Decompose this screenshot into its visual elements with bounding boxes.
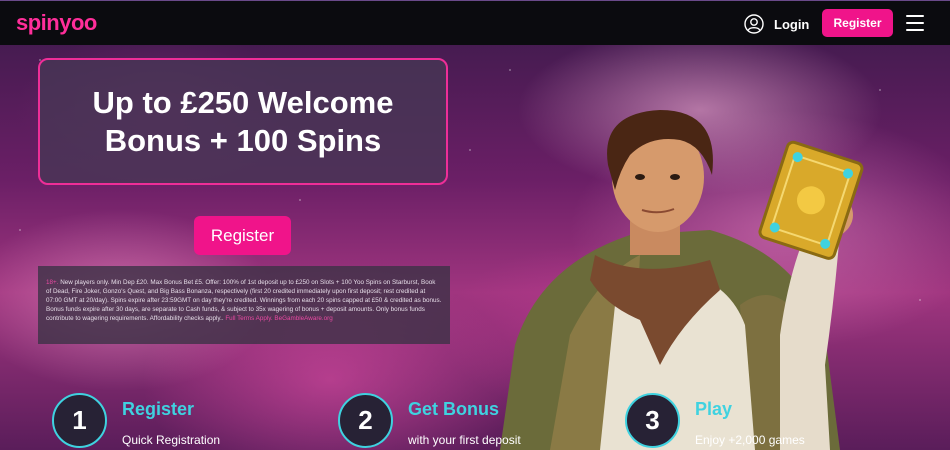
- step-subtitle: with your first deposit: [408, 433, 521, 447]
- step-subtitle: Quick Registration: [122, 433, 221, 447]
- terms-links[interactable]: Full Terms Apply. BeGambleAware.org: [225, 315, 332, 322]
- welcome-bonus-banner: Up to £250 Welcome Bonus + 100 Spins: [38, 58, 448, 185]
- user-icon: [744, 14, 764, 34]
- step-title: Register: [122, 399, 195, 419]
- terms-text: 18+. New players only. Min Dep £20. Max …: [38, 266, 450, 344]
- header-register-button[interactable]: Register: [822, 9, 893, 37]
- login-link[interactable]: Login: [744, 13, 809, 35]
- register-button[interactable]: Register: [194, 216, 291, 255]
- age-restriction: 18+.: [46, 279, 59, 286]
- step-number-1: 1: [52, 393, 107, 448]
- top-nav: spinyoo Login Register: [0, 0, 950, 45]
- spinyoo-logo[interactable]: spinyoo: [16, 10, 97, 36]
- adventurer-illustration: [500, 110, 864, 450]
- step-title: Get Bonus: [408, 399, 500, 419]
- hamburger-menu-icon[interactable]: [906, 15, 924, 31]
- login-label: Login: [774, 16, 810, 32]
- step-subtitle: Enjoy +2,000 games: [695, 433, 805, 447]
- step-number-3: 3: [625, 393, 680, 448]
- step-title: Play: [695, 399, 733, 419]
- step-number-2: 2: [338, 393, 393, 448]
